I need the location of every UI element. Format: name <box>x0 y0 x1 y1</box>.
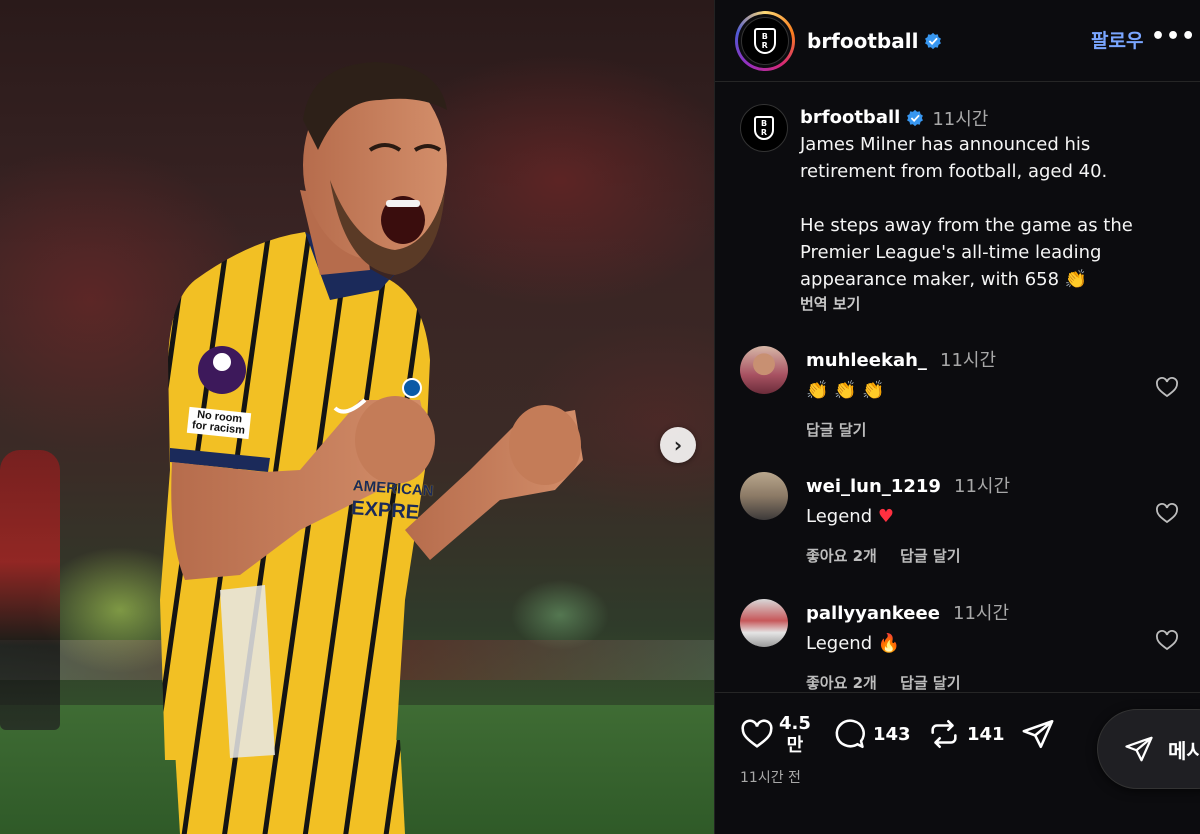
comment-text: Legend 🔥 <box>806 633 901 654</box>
comment-username[interactable]: pallyyankeee <box>806 603 940 624</box>
commenter-avatar[interactable] <box>740 599 788 647</box>
paper-plane-icon <box>1125 736 1153 762</box>
next-image-button[interactable]: › <box>660 427 696 463</box>
comment-text: Legend ♥ <box>806 506 894 527</box>
comment-time: 11시간 <box>953 603 1010 624</box>
reposts-count: 141 <box>967 723 1005 745</box>
follow-button[interactable]: 팔로우 <box>1091 26 1143 53</box>
post-header: BR brfootball 팔로우 ••• <box>715 0 1200 82</box>
post-caption: brfootball 11시간 James Milner has announc… <box>800 104 1180 314</box>
caption-username[interactable]: brfootball <box>800 107 900 128</box>
comment-text: 👏 👏 👏 <box>806 380 885 401</box>
comment-like-heart-icon[interactable] <box>1155 376 1179 400</box>
caption-avatar[interactable]: BR <box>740 104 788 152</box>
caption-line: James Milner has announced his <box>800 134 1091 155</box>
post-panel: BR brfootball 팔로우 ••• BR brfootball 11시간… <box>714 0 1200 834</box>
commenter-avatar[interactable] <box>740 472 788 520</box>
post-timestamp: 11시간 전 <box>740 770 801 786</box>
action-bar: 4.5 만 143 141 11시간 전 메시 <box>715 692 1200 834</box>
see-translation-link[interactable]: 번역 보기 <box>800 293 1180 314</box>
likes-count-unit: 만 <box>786 735 804 756</box>
comment-time: 11시간 <box>940 350 997 371</box>
comment-like-heart-icon[interactable] <box>1155 502 1179 526</box>
fire-emoji: 🔥 <box>877 633 901 654</box>
sponsor-text: AMERICAN EXPRE <box>351 475 435 525</box>
player-illustration <box>160 62 583 834</box>
share-action[interactable] <box>1021 717 1055 751</box>
caption-line: appearance maker, with 658 👏 <box>800 269 1088 290</box>
comments-count: 143 <box>873 723 911 745</box>
story-ring-avatar[interactable]: BR <box>735 10 795 71</box>
comment-username[interactable]: muhleekah_ <box>806 350 927 371</box>
caption-line: Premier League's all-time leading <box>800 242 1102 263</box>
reply-button[interactable]: 답글 달기 <box>900 674 960 692</box>
comment-action[interactable]: 143 <box>831 717 911 751</box>
like-action[interactable]: 4.5 만 <box>739 713 811 757</box>
commenter-avatar[interactable] <box>740 346 788 394</box>
clap-emoji: 👏 <box>1064 269 1088 290</box>
red-heart-emoji: ♥ <box>877 506 894 527</box>
heart-icon[interactable] <box>739 718 775 752</box>
next-arrow-icon: › <box>673 433 683 457</box>
comment-time: 11시간 <box>954 476 1011 497</box>
post-image: No room for racism AMERICAN EXPRE › <box>0 0 714 834</box>
reply-button[interactable]: 답글 달기 <box>900 547 960 565</box>
comment-likes[interactable]: 좋아요 2개 <box>806 547 877 565</box>
repost-action[interactable]: 141 <box>927 717 1005 751</box>
br-logo-icon: BR <box>754 116 774 140</box>
caption-line: He steps away from the game as the <box>800 215 1133 236</box>
message-button[interactable]: 메시 <box>1097 709 1200 789</box>
more-options-button[interactable]: ••• <box>1151 24 1196 49</box>
caption-time: 11시간 <box>932 108 989 130</box>
comment-like-heart-icon[interactable] <box>1155 629 1179 653</box>
repost-icon[interactable] <box>927 717 961 751</box>
verified-icon <box>907 109 924 126</box>
comment-likes[interactable]: 좋아요 2개 <box>806 674 877 692</box>
header-username[interactable]: brfootball <box>807 29 918 53</box>
reply-button[interactable]: 답글 달기 <box>806 421 866 439</box>
likes-count[interactable]: 4.5 <box>779 713 811 735</box>
message-label: 메시 <box>1168 738 1200 763</box>
caption-line: retirement from football, aged 40. <box>800 161 1108 182</box>
verified-icon <box>925 32 942 49</box>
share-icon[interactable] <box>1021 717 1055 751</box>
comment-username[interactable]: wei_lun_1219 <box>806 476 941 497</box>
comment-icon[interactable] <box>831 717 867 751</box>
br-logo-icon: BR <box>741 16 789 65</box>
